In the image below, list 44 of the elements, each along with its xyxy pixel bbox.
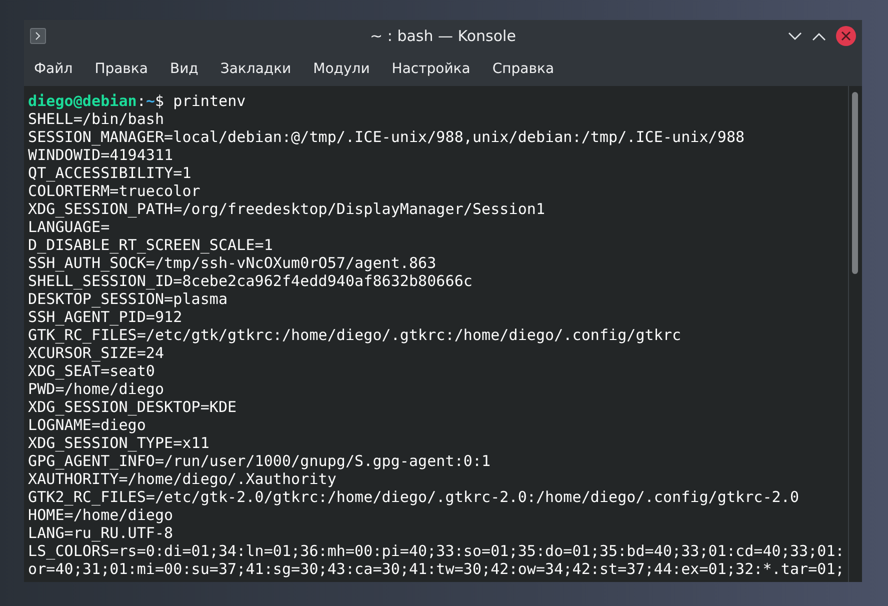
menu-item[interactable]: Модули [307, 61, 376, 77]
output-line: XAUTHORITY=/home/diego/.Xauthority [28, 470, 336, 488]
close-icon[interactable] [836, 26, 856, 46]
scrollbar-thumb[interactable] [852, 92, 858, 274]
output-line: QT_ACCESSIBILITY=1 [28, 164, 192, 182]
output-line: PWD=/home/diego [28, 380, 164, 398]
output-line: SHELL=/bin/bash [28, 110, 164, 128]
minimize-icon[interactable] [788, 32, 802, 40]
menu-item[interactable]: Справка [486, 61, 560, 77]
output-line: SHELL_SESSION_ID=8cebe2ca962f4edd940af8632b80666c [28, 272, 472, 290]
menu-item[interactable]: Файл [28, 61, 79, 77]
output-line: LOGNAME=diego [28, 416, 146, 434]
output-line: or=40;31;01:mi=00:su=37;41:sg=30;43:ca=30;41:tw=30;42:ow=34;42:st=37;44:ex=01;32:*.tar=01; [28, 560, 844, 578]
prompt-user-host: diego@debian [28, 92, 137, 110]
output-line: XDG_SESSION_TYPE=x11 [28, 434, 210, 452]
output-line: LANG=ru_RU.UTF-8 [28, 524, 174, 542]
output-line: LANGUAGE= [28, 218, 110, 236]
command-text: printenv [173, 92, 246, 110]
menu-item[interactable]: Правка [88, 61, 154, 77]
output-line: LS_COLORS=rs=0:di=01;34:ln=01;36:mh=00:pi=40;33:so=01;35:do=01;35:bd=40;33;01:cd=40;33;01: [28, 542, 844, 560]
prompt-symbol: $ [155, 92, 164, 110]
maximize-icon[interactable] [812, 32, 826, 40]
menu-item[interactable]: Закладки [214, 61, 298, 77]
window-title: ~ : bash — Konsole [370, 27, 516, 45]
output-line: XDG_SEAT=seat0 [28, 362, 155, 380]
prompt-separator: : [136, 92, 146, 110]
output-line: SSH_AGENT_PID=912 [28, 308, 182, 326]
output-line: HOME=/home/diego [28, 506, 174, 524]
menu-item[interactable]: Вид [164, 61, 204, 77]
output-line: XCURSOR_SIZE=24 [28, 344, 164, 362]
output-line: XDG_SESSION_PATH=/org/freedesktop/DisplayManager/Session1 [28, 200, 546, 218]
output-line: GTK_RC_FILES=/etc/gtk/gtkrc:/home/diego/.gtkrc:/home/diego/.config/gtkrc [28, 326, 682, 344]
output-line: DESKTOP_SESSION=plasma [28, 290, 228, 308]
output-line: GPG_AGENT_INFO=/run/user/1000/gnupg/S.gpg-agent:0:1 [28, 452, 491, 470]
output-line: GTK2_RC_FILES=/etc/gtk-2.0/gtkrc:/home/diego/.gtkrc-2.0:/home/diego/.config/gtkrc-2.0 [28, 488, 800, 506]
menu-item[interactable]: Настройка [386, 61, 476, 77]
output-line: XDG_SESSION_DESKTOP=KDE [28, 398, 237, 416]
prompt-directory: ~ [146, 92, 156, 110]
output-line: D_DISABLE_RT_SCREEN_SCALE=1 [28, 236, 273, 254]
output-line: COLORTERM=truecolor [28, 182, 200, 200]
output-line: SSH_AUTH_SOCK=/tmp/ssh-vNcOXum0rO57/agent.863 [28, 254, 436, 272]
output-line: SESSION_MANAGER=local/debian:@/tmp/.ICE-unix/988,unix/debian:/tmp/.ICE-unix/988 [28, 128, 745, 146]
output-line: WINDOWID=4194311 [28, 146, 174, 164]
terminal-icon[interactable] [30, 28, 46, 44]
